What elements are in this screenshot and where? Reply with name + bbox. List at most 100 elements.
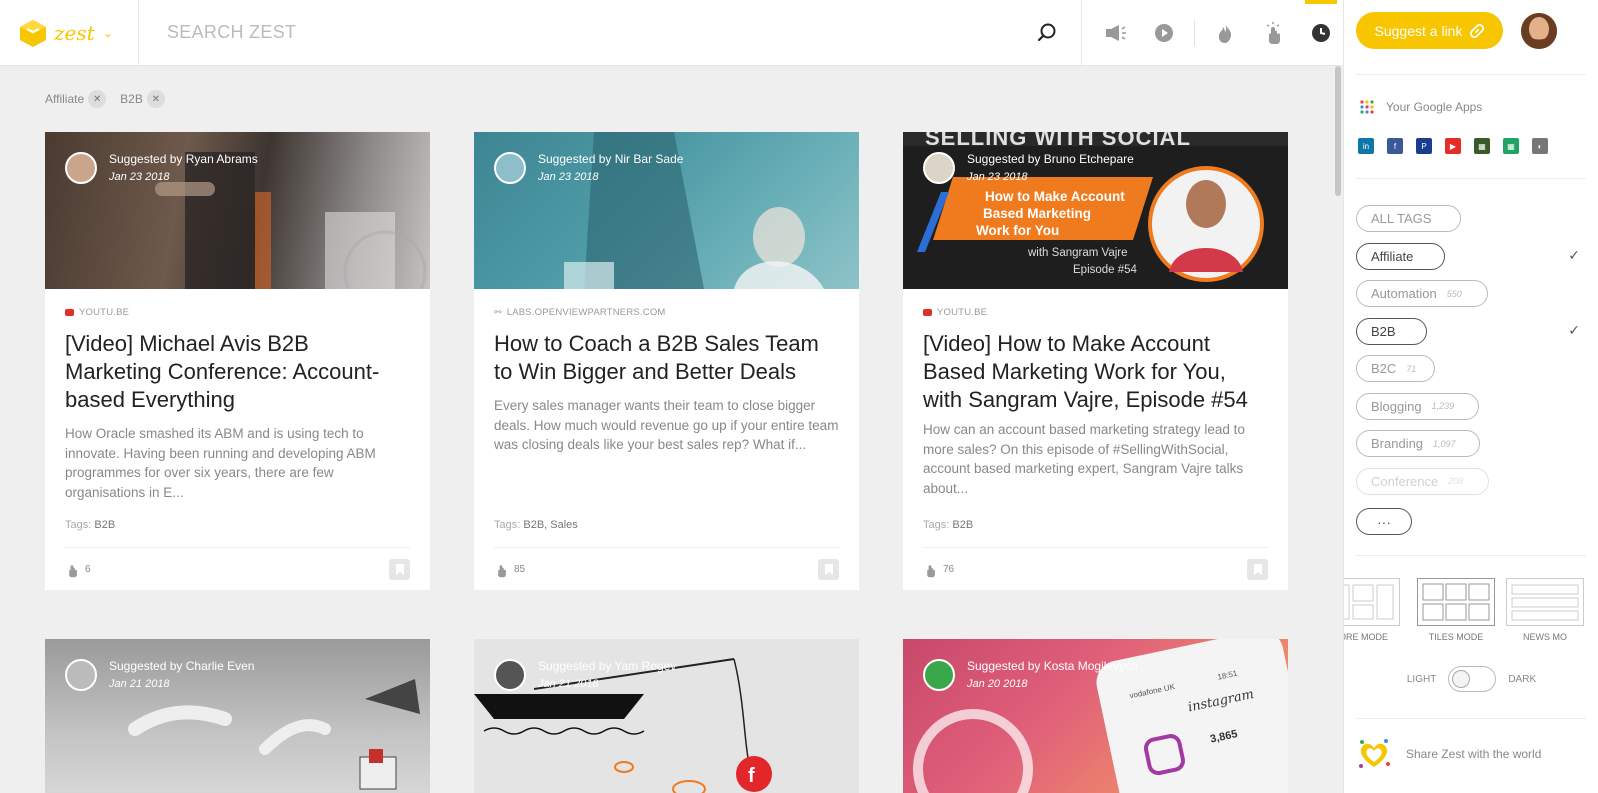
article-card[interactable]: Suggested by Nir Bar Sade Jan 23 2018 ⚯ L… bbox=[474, 132, 859, 590]
tag-pill-all[interactable]: ALL TAGS bbox=[1356, 205, 1461, 232]
clock-icon bbox=[1312, 23, 1330, 42]
like-button[interactable]: 6 bbox=[65, 561, 91, 578]
avatar[interactable] bbox=[494, 152, 526, 184]
active-filters: Affiliate ✕ B2B ✕ bbox=[45, 90, 165, 108]
avatar[interactable] bbox=[923, 152, 955, 184]
tag-pill-blogging[interactable]: Blogging 1,239 bbox=[1356, 392, 1479, 420]
tag-pill-automation[interactable]: Automation 550 bbox=[1356, 280, 1488, 307]
avatar[interactable] bbox=[923, 659, 955, 691]
pointer-icon bbox=[69, 565, 77, 578]
tag-link[interactable]: B2B, Sales bbox=[523, 519, 577, 531]
like-button[interactable]: 76 bbox=[923, 561, 954, 578]
news-mode-option[interactable]: NEWS MO bbox=[1504, 578, 1586, 642]
card-image[interactable]: Suggested by Charlie Even Jan 21 2018 bbox=[45, 639, 430, 793]
bookmark-icon bbox=[1253, 564, 1262, 575]
card-image[interactable]: vodafone UK 18:51 instagram 3,865 Sugges… bbox=[903, 639, 1288, 793]
avatar[interactable] bbox=[65, 659, 97, 691]
trending-button[interactable] bbox=[1201, 0, 1249, 66]
sheets-dark-icon[interactable]: ▦ bbox=[1474, 138, 1490, 154]
megaphone-button[interactable] bbox=[1092, 0, 1140, 66]
article-card[interactable]: SELLING WITH SOCIAL How to Make Account … bbox=[903, 132, 1288, 590]
suggester-name[interactable]: Suggested by Charlie Even bbox=[109, 659, 254, 673]
tag-pill-conference[interactable]: Conference 208 bbox=[1356, 467, 1489, 495]
svg-text:f: f bbox=[748, 765, 755, 787]
tiles-mode-option[interactable]: TILES MODE bbox=[1415, 578, 1497, 642]
banner-text: SELLING WITH SOCIAL bbox=[925, 132, 1191, 150]
popular-button[interactable] bbox=[1249, 0, 1297, 66]
article-title[interactable]: [Video] How to Make Account Based Market… bbox=[923, 330, 1268, 414]
news-mode-icon bbox=[1506, 578, 1584, 626]
article-card[interactable]: vodafone UK 18:51 instagram 3,865 Sugges… bbox=[903, 639, 1288, 793]
link-icon bbox=[1470, 23, 1485, 38]
tag-pill-branding[interactable]: Branding 1,097 bbox=[1356, 430, 1480, 457]
avatar[interactable] bbox=[494, 659, 526, 691]
more-tags-button[interactable]: ··· bbox=[1356, 508, 1412, 535]
share-zest-button[interactable]: Share Zest with the world bbox=[1356, 724, 1586, 784]
chevron-down-icon[interactable]: ⌄ bbox=[103, 26, 113, 40]
paypal-icon[interactable]: P bbox=[1416, 138, 1432, 154]
recent-button[interactable] bbox=[1297, 0, 1345, 66]
close-icon[interactable]: ✕ bbox=[88, 90, 107, 108]
theme-toggle[interactable] bbox=[1448, 666, 1497, 692]
sidebar-divider bbox=[1356, 74, 1586, 75]
source-domain[interactable]: ⚯ LABS.OPENVIEWPARTNERS.COM bbox=[494, 307, 839, 318]
close-icon[interactable]: ✕ bbox=[146, 90, 165, 108]
source-domain[interactable]: YOUTU.BE bbox=[65, 307, 410, 318]
tag-link[interactable]: B2B bbox=[952, 519, 973, 531]
grid-icon bbox=[1360, 100, 1374, 114]
post-date: Jan 23 2018 bbox=[538, 171, 599, 183]
banner-line: How to Make Account bbox=[985, 189, 1125, 204]
suggester-name[interactable]: Suggested by Kosta Mogilevych bbox=[967, 659, 1138, 673]
suggester-name[interactable]: Suggested by Ryan Abrams bbox=[109, 152, 258, 166]
card-image[interactable]: f Suggested by Yam Regev Jan 21 2018 bbox=[474, 639, 859, 793]
tag-link[interactable]: B2B bbox=[94, 519, 115, 531]
sidebar-divider bbox=[1356, 555, 1586, 556]
article-card[interactable]: f Suggested by Yam Regev Jan 21 2018 bbox=[474, 639, 859, 793]
like-button[interactable]: 85 bbox=[494, 561, 525, 578]
facebook-icon[interactable]: f bbox=[1387, 138, 1403, 154]
tag-pill-b2c[interactable]: B2C 71 bbox=[1356, 355, 1435, 382]
article-card[interactable]: Suggested by Ryan Abrams Jan 23 2018 YOU… bbox=[45, 132, 430, 590]
bookmark-button[interactable] bbox=[389, 559, 410, 580]
suggested-by: Suggested by Kosta Mogilevych Jan 20 201… bbox=[923, 659, 1138, 691]
suggester-name[interactable]: Suggested by Nir Bar Sade bbox=[538, 152, 683, 166]
bookmark-button[interactable] bbox=[818, 559, 839, 580]
card-image[interactable]: Suggested by Nir Bar Sade Jan 23 2018 bbox=[474, 132, 859, 289]
search-button[interactable] bbox=[1027, 13, 1067, 53]
scrollbar-thumb[interactable] bbox=[1335, 66, 1341, 196]
sheets-icon[interactable]: ▦ bbox=[1503, 138, 1519, 154]
avatar[interactable] bbox=[65, 152, 97, 184]
article-card[interactable]: Suggested by Charlie Even Jan 21 2018 bbox=[45, 639, 430, 793]
source-domain[interactable]: YOUTU.BE bbox=[923, 307, 1268, 318]
right-sidebar: Suggest a link Your Google Apps in f P ▶… bbox=[1343, 0, 1598, 793]
chrome-icon[interactable]: ◐ bbox=[1532, 138, 1548, 154]
google-apps-header[interactable]: Your Google Apps bbox=[1360, 100, 1482, 114]
banner-line: Work for You bbox=[976, 223, 1059, 238]
share-label: Share Zest with the world bbox=[1406, 747, 1542, 761]
explore-mode-icon bbox=[1344, 578, 1400, 626]
view-mode-selector: LORE MODE TILES MODE NEWS MO bbox=[1344, 578, 1598, 648]
explore-mode-option[interactable]: LORE MODE bbox=[1344, 578, 1402, 642]
suggested-by: Suggested by Bruno Etchepare Jan 23 2018 bbox=[923, 152, 1134, 184]
play-button[interactable] bbox=[1140, 0, 1188, 66]
search-input[interactable] bbox=[167, 22, 767, 43]
user-avatar[interactable] bbox=[1521, 13, 1557, 49]
card-image[interactable]: Suggested by Ryan Abrams Jan 23 2018 bbox=[45, 132, 430, 289]
tag-pill-affiliate[interactable]: Affiliate bbox=[1356, 242, 1445, 270]
linkedin-icon[interactable]: in bbox=[1358, 138, 1374, 154]
article-title[interactable]: How to Coach a B2B Sales Team to Win Big… bbox=[494, 330, 839, 386]
youtube-icon[interactable]: ▶ bbox=[1445, 138, 1461, 154]
link-icon: ⚯ bbox=[494, 307, 502, 317]
bookmark-button[interactable] bbox=[1247, 559, 1268, 580]
suggester-name[interactable]: Suggested by Yam Regev bbox=[538, 659, 676, 673]
bookmark-icon bbox=[824, 564, 833, 575]
filter-chip-label: Affiliate bbox=[45, 92, 85, 106]
tag-pill-b2b[interactable]: B2B bbox=[1356, 317, 1427, 345]
suggest-link-button[interactable]: Suggest a link bbox=[1356, 12, 1503, 49]
suggester-name[interactable]: Suggested by Bruno Etchepare bbox=[967, 152, 1134, 166]
zest-logo[interactable]: zest ⌄ bbox=[18, 0, 138, 66]
article-title[interactable]: [Video] Michael Avis B2B Marketing Confe… bbox=[65, 330, 410, 414]
card-footer: 6 bbox=[65, 547, 410, 591]
card-image[interactable]: SELLING WITH SOCIAL How to Make Account … bbox=[903, 132, 1288, 289]
like-count: 6 bbox=[85, 564, 91, 575]
